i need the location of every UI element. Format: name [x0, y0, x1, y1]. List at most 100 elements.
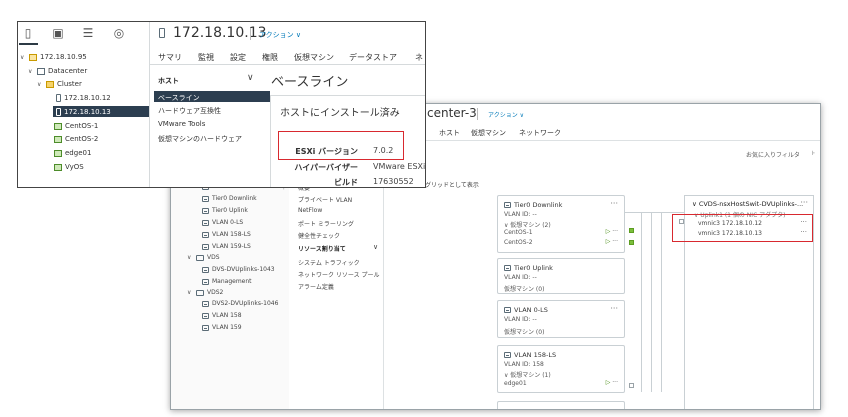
network-icon	[202, 300, 209, 307]
vlan-id: VLAN ID: 158	[504, 361, 544, 368]
more-icon[interactable]: ···	[610, 199, 618, 208]
vcenter-icon	[29, 53, 37, 61]
tree-item-tier0-downlink[interactable]: Tier0 Downlink	[202, 195, 257, 202]
divider	[250, 28, 251, 40]
sidebar-item-baselines[interactable]: ベースライン	[158, 93, 200, 103]
tab-vms[interactable]: 仮想マシン	[471, 128, 506, 138]
favorites-filter[interactable]: お気に入りフィルタ	[746, 150, 800, 159]
actions-menu[interactable]: アクション ∨	[259, 30, 301, 40]
network-icon	[504, 352, 511, 358]
highlight-box	[672, 214, 813, 242]
tree-item-dvs-uplinks[interactable]: DVS-DVUplinks-1043	[202, 266, 275, 273]
vm-group-toggle[interactable]: ∨ 仮想マシン (2)	[504, 220, 551, 229]
tab-network[interactable]: ネットワーク	[519, 128, 561, 138]
tree-item-host-selected[interactable]: 172.18.10.13	[56, 108, 111, 116]
tab-monitor[interactable]: 監視	[198, 52, 214, 63]
highlight-box	[278, 131, 404, 160]
tree-item-vlan0-ls[interactable]: VLAN 0-LS	[202, 219, 243, 226]
network-icon	[202, 312, 209, 319]
portgroup-name: VLAN 158-LS	[514, 351, 557, 359]
hypervisor-label: ハイパーバイザー	[294, 163, 358, 172]
divider	[383, 140, 820, 141]
portgroup-card[interactable]: Tier0 Downlink ··· VLAN ID: -- ∨ 仮想マシン (…	[497, 195, 625, 253]
view-as-grid-label[interactable]: グリッドとして表示	[425, 180, 479, 189]
menu-item-netflow[interactable]: NetFlow	[298, 207, 322, 214]
portgroup-card[interactable]: VLAN 158-LS VLAN ID: 158 ∨ 仮想マシン (1) edg…	[497, 345, 625, 393]
sidebar-item-vm-hardware[interactable]: 仮想マシンのハードウェア	[158, 134, 242, 144]
tree-item-vm[interactable]: CentOS-1	[54, 122, 98, 130]
tab-configure[interactable]: 設定	[230, 52, 246, 63]
sidebar-item-vmware-tools[interactable]: VMware Tools	[158, 120, 205, 128]
chevron-down-icon[interactable]: ∨	[247, 73, 254, 83]
sidebar-item-hardware-compatibility[interactable]: ハードウェア互換性	[158, 106, 221, 116]
tree-item-datacenter[interactable]: ∨ Datacenter	[28, 67, 87, 75]
tree-item-vlan158-ls[interactable]: VLAN 158-LS	[202, 231, 251, 238]
tree-item-dvs2-uplinks[interactable]: DVS2-DVUplinks-1046	[202, 300, 278, 307]
filter-overflow[interactable]: ⊦	[812, 150, 815, 157]
power-on-icon[interactable]: ▷ ···	[606, 238, 618, 245]
inventory-tree: ▯ ▣ ☰ ◎ ∨ 172.18.10.95 ∨ Datacenter ∨ Clust…	[18, 22, 149, 187]
network-icon	[202, 243, 209, 250]
section-title: ベースライン	[271, 75, 349, 90]
menu-item-private-vlan[interactable]: プライベート VLAN	[298, 195, 352, 204]
tree-item-vm[interactable]: CentOS-2	[54, 135, 98, 143]
portgroup-card[interactable]: Tier0 Uplink VLAN ID: -- 仮想マシン (0)	[497, 258, 625, 294]
chevron-down-icon[interactable]: ∨	[187, 254, 193, 261]
tree-item-tier0-uplink[interactable]: Tier0 Uplink	[202, 207, 248, 214]
tree-item-cluster[interactable]: ∨ Cluster	[37, 80, 82, 88]
portgroup-card[interactable]	[497, 401, 625, 409]
tab-summary[interactable]: サマリ	[158, 52, 182, 63]
chevron-down-icon[interactable]: ∨	[28, 68, 34, 75]
more-icon[interactable]: ···	[800, 198, 808, 207]
sidebar-heading[interactable]: ホスト	[158, 76, 179, 86]
tab-vms[interactable]: 仮想マシン	[294, 52, 334, 63]
port-icon	[629, 383, 634, 388]
menu-section-resource-allocation[interactable]: リソース割り当て	[298, 244, 346, 253]
tree-item-vlan159-ls[interactable]: VLAN 159-LS	[202, 243, 251, 250]
menu-item-system-traffic[interactable]: システム トラフィック	[298, 258, 360, 267]
vm-group: 仮想マシン (0)	[504, 286, 545, 293]
tab-networks[interactable]: ネ	[415, 52, 423, 63]
chevron-down-icon[interactable]: ∨	[20, 54, 26, 61]
menu-item-port-mirroring[interactable]: ポート ミラーリング	[298, 219, 354, 228]
chevron-down-icon[interactable]: ∨	[373, 243, 378, 251]
tree-item-host[interactable]: 172.18.10.12	[56, 94, 111, 102]
vlan-id: VLAN ID: --	[504, 316, 537, 323]
port-connected-icon	[629, 240, 634, 245]
vm-name[interactable]: edge01	[504, 380, 527, 387]
menu-item-health-check[interactable]: 健全性チェック	[298, 231, 340, 240]
chevron-down-icon[interactable]: ∨	[37, 81, 43, 88]
inventory-icon-bar: ▯ ▣ ☰ ◎	[18, 22, 149, 46]
portgroup-name: Tier0 Downlink	[514, 201, 563, 209]
vms-templates-icon[interactable]: ▣	[51, 26, 65, 40]
tree-item-vlan159[interactable]: VLAN 159	[202, 324, 242, 331]
tab-datastores[interactable]: データストア	[349, 52, 397, 63]
networking-icon[interactable]: ◎	[112, 26, 126, 40]
vm-name[interactable]: CentOS-1	[504, 229, 533, 236]
power-on-icon[interactable]: ▷ ···	[606, 228, 618, 235]
actions-menu[interactable]: アクション ∨	[488, 110, 524, 119]
tree-item-vlan158[interactable]: VLAN 158	[202, 312, 242, 319]
menu-item-resource-pools[interactable]: ネットワーク リソース プール	[298, 270, 380, 279]
tab-hosts[interactable]: ホスト	[439, 128, 460, 138]
tree-item-management[interactable]: Management	[202, 278, 252, 285]
hosts-clusters-icon[interactable]: ▯	[21, 26, 35, 40]
storage-icon[interactable]: ☰	[81, 26, 95, 40]
power-on-icon[interactable]: ▷ ···	[606, 379, 618, 386]
network-icon	[504, 202, 511, 208]
tree-item-vcenter[interactable]: ∨ 172.18.10.95	[20, 53, 87, 61]
vm-name[interactable]: CentOS-2	[504, 239, 533, 246]
tree-item-vm[interactable]: edge01	[54, 149, 91, 157]
portgroup-card[interactable]: VLAN 0-LS ··· VLAN ID: -- 仮想マシン (0)	[497, 300, 625, 338]
menu-item-alarm-definitions[interactable]: アラーム定義	[298, 282, 334, 291]
more-icon[interactable]: ···	[610, 304, 618, 313]
chevron-down-icon[interactable]: ∨	[187, 289, 193, 296]
vm-group-toggle[interactable]: ∨ 仮想マシン (1)	[504, 370, 551, 379]
tree-item-vds[interactable]: ∨ VDS	[187, 254, 220, 261]
tab-permissions[interactable]: 権限	[262, 52, 278, 63]
switch-name: ∨ CVDS-nsxHostSwit-DVUplinks-...	[692, 200, 804, 208]
vm-icon	[54, 135, 62, 143]
tree-item-vm[interactable]: VyOS	[54, 163, 84, 171]
tree-item-vds2[interactable]: ∨ VDS2	[187, 289, 223, 296]
page-title: 172.18.10.13	[173, 25, 267, 41]
